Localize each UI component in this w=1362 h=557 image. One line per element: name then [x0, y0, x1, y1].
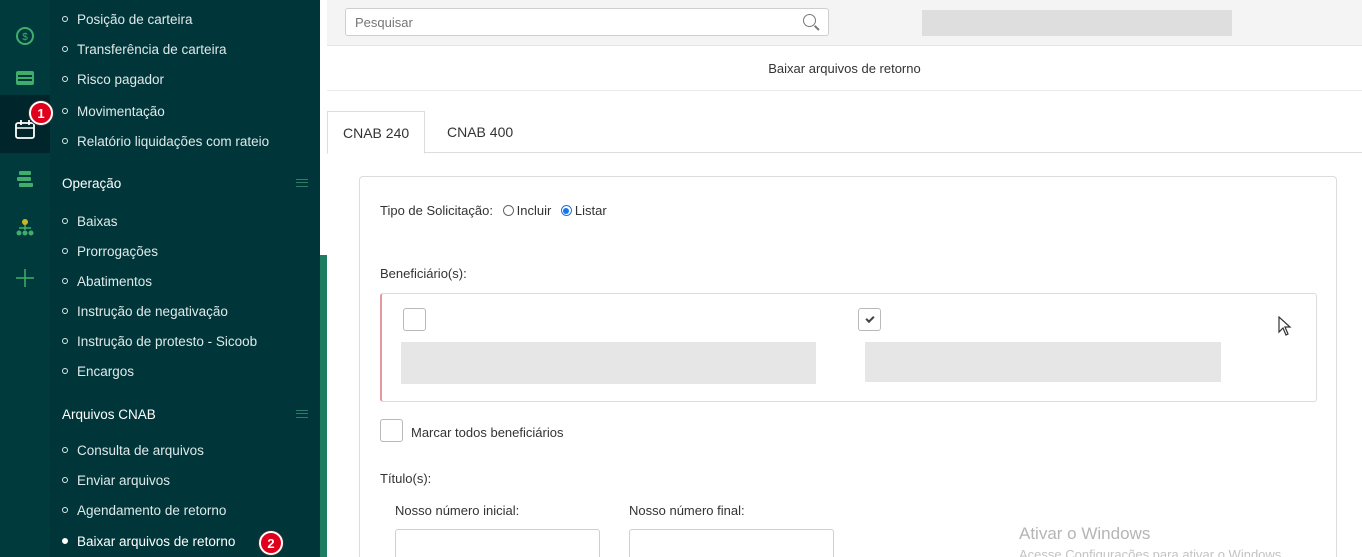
menu-item-consulta-arquivos[interactable]: Consulta de arquivos	[62, 437, 204, 463]
nosso-numero-final-label: Nosso número final:	[629, 503, 745, 518]
menu-item-label: Instrução de negativação	[77, 303, 228, 319]
redacted-user-info	[922, 10, 1232, 36]
menu-item-label: Posição de carteira	[77, 11, 193, 27]
bullet-icon	[62, 76, 68, 82]
menu-item-label: Prorrogações	[77, 243, 159, 259]
marcar-todos-label[interactable]: Marcar todos beneficiários	[411, 425, 563, 440]
hamburger-icon[interactable]	[296, 179, 308, 187]
bullet-icon	[62, 507, 68, 513]
menu-item-transferencia-carteira[interactable]: Transferência de carteira	[62, 36, 227, 62]
menu-item-posicao-carteira[interactable]: Posição de carteira	[62, 6, 193, 32]
menu-item-agendamento-retorno[interactable]: Agendamento de retorno	[62, 497, 226, 523]
menu-item-instrucao-protesto[interactable]: Instrução de protesto - Sicoob	[62, 328, 257, 354]
cursor-icon	[1278, 316, 1292, 336]
menu-item-encargos[interactable]: Encargos	[62, 358, 134, 384]
bullet-icon	[62, 477, 68, 483]
menu-item-baixar-arquivos-retorno[interactable]: Baixar arquivos de retorno	[62, 528, 235, 554]
menu-section-operacao[interactable]: Operação	[62, 169, 308, 197]
search-input[interactable]	[346, 9, 786, 35]
beneficiario-checkbox-2[interactable]	[858, 308, 881, 331]
svg-text:$: $	[22, 32, 28, 43]
money-stack-icon[interactable]	[11, 165, 39, 193]
tipo-solicitacao-label: Tipo de Solicitação:	[380, 203, 493, 218]
menu-item-label: Baixar arquivos de retorno	[77, 533, 236, 549]
check-icon	[864, 313, 875, 324]
section-title: Arquivos CNAB	[62, 406, 156, 422]
hamburger-icon[interactable]	[296, 410, 308, 418]
coin-icon[interactable]: $	[11, 22, 39, 50]
menu-item-label: Instrução de protesto - Sicoob	[77, 333, 258, 349]
menu-item-label: Baixas	[77, 213, 118, 229]
menu-item-baixas[interactable]: Baixas	[62, 208, 118, 234]
step-badge-1: 1	[29, 101, 53, 125]
tab-cnab-240[interactable]: CNAB 240	[327, 111, 426, 154]
menu-item-abatimentos[interactable]: Abatimentos	[62, 268, 152, 294]
menu-item-label: Movimentação	[77, 103, 165, 119]
search-box	[345, 8, 829, 36]
nosso-numero-final-input[interactable]	[629, 529, 834, 557]
search-icon[interactable]	[803, 14, 816, 27]
bullet-icon	[62, 218, 68, 224]
bullet-icon	[62, 538, 68, 544]
windows-activation-title: Ativar o Windows	[1019, 524, 1151, 543]
menu-item-prorrogacoes[interactable]: Prorrogações	[62, 238, 158, 264]
bullet-icon	[62, 16, 68, 22]
menu-item-enviar-arquivos[interactable]: Enviar arquivos	[62, 467, 170, 493]
card-icon[interactable]	[11, 64, 39, 92]
beneficiarios-list	[380, 293, 1317, 402]
radio-listar[interactable]	[560, 205, 572, 216]
step-badge-2: 2	[259, 531, 283, 555]
menu-item-label: Risco pagador	[77, 71, 165, 87]
redacted-beneficiario-2	[865, 342, 1221, 382]
org-chart-icon[interactable]	[11, 214, 39, 242]
menu-scrollbar[interactable]	[320, 255, 327, 557]
bullet-icon	[62, 338, 68, 344]
menu-item-movimentacao[interactable]: Movimentação	[62, 98, 165, 124]
menu-item-risco-pagador[interactable]: Risco pagador	[62, 66, 164, 92]
bullet-icon	[62, 447, 68, 453]
bullet-icon	[62, 278, 68, 284]
side-menu: Posição de carteira Transferência de car…	[50, 0, 320, 557]
windows-activation-subtitle: Acesse Configurações para ativar o Windo…	[1019, 547, 1285, 557]
tab-cnab-400[interactable]: CNAB 400	[432, 111, 528, 153]
bullet-icon	[62, 108, 68, 114]
menu-item-label: Agendamento de retorno	[77, 502, 227, 518]
form-card: Tipo de Solicitação: Incluir Listar Bene…	[359, 176, 1337, 557]
menu-item-label: Transferência de carteira	[77, 41, 227, 57]
bullet-icon	[62, 308, 68, 314]
bullet-icon	[62, 368, 68, 374]
bullet-icon	[62, 46, 68, 52]
plus-icon[interactable]	[11, 264, 39, 292]
icon-rail: $	[0, 0, 50, 557]
menu-item-label: Encargos	[77, 363, 135, 379]
nosso-numero-inicial-input[interactable]	[395, 529, 600, 557]
radio-incluir[interactable]	[502, 205, 514, 216]
page-title: Baixar arquivos de retorno	[327, 47, 1362, 91]
nosso-numero-inicial-label: Nosso número inicial:	[395, 503, 520, 518]
radio-listar-label[interactable]: Listar	[575, 203, 607, 218]
marcar-todos-checkbox[interactable]	[380, 419, 403, 442]
tipo-solicitacao: Tipo de Solicitação: Incluir Listar	[380, 203, 607, 218]
bullet-icon	[62, 248, 68, 254]
menu-item-relatorio-liquidacoes[interactable]: Relatório liquidações com rateio	[62, 128, 269, 154]
menu-section-arquivos-cnab[interactable]: Arquivos CNAB	[62, 400, 308, 428]
titulos-label: Título(s):	[380, 471, 432, 486]
top-bar	[327, 0, 1362, 46]
menu-item-label: Consulta de arquivos	[77, 442, 204, 458]
menu-item-label: Abatimentos	[77, 273, 153, 289]
section-title: Operação	[62, 175, 122, 191]
beneficiarios-label: Beneficiário(s):	[380, 266, 467, 281]
menu-item-instrucao-negativacao[interactable]: Instrução de negativação	[62, 298, 228, 324]
beneficiario-checkbox-1[interactable]	[403, 308, 426, 331]
menu-item-label: Enviar arquivos	[77, 472, 171, 488]
menu-item-label: Relatório liquidações com rateio	[77, 133, 270, 149]
bullet-icon	[62, 138, 68, 144]
cnab-tabs: CNAB 240 CNAB 400	[327, 111, 1362, 154]
radio-incluir-label[interactable]: Incluir	[517, 203, 552, 218]
redacted-beneficiario-1	[401, 342, 816, 384]
